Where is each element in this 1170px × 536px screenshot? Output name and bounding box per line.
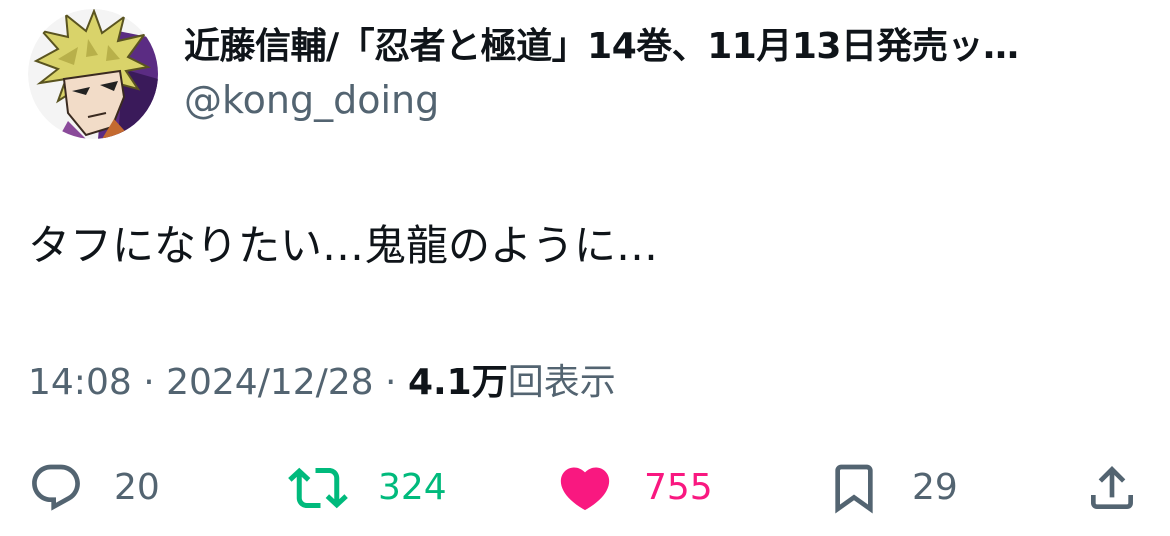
manga-character-avatar-icon (28, 9, 158, 139)
views-count: 4.1万 (407, 362, 508, 403)
bookmark-icon (835, 464, 873, 514)
tweet-text: タフになりたい…鬼龍のように… (28, 221, 659, 270)
tweet-time[interactable]: 14:08 (28, 362, 132, 403)
user-handle[interactable]: @kong_doing (184, 76, 1144, 124)
tweet-meta: 14:08 · 2024/12/28 · 4.1万回表示 (28, 358, 616, 408)
meta-separator: · (373, 362, 408, 403)
share-icon (1091, 466, 1133, 509)
display-name[interactable]: 近藤信輔/「忍者と極道」14巻、11月13日発売ッ… (184, 24, 1144, 70)
reply-button[interactable]: 20 (28, 456, 160, 520)
like-button[interactable]: 755 (556, 456, 713, 520)
action-bar: 20 324 755 29 (0, 456, 1170, 520)
reply-count: 20 (114, 467, 160, 508)
views-label: 回表示 (507, 362, 616, 403)
share-button[interactable] (1084, 456, 1140, 520)
retweet-icon (288, 467, 348, 509)
avatar[interactable] (28, 9, 158, 139)
heart-icon (560, 467, 610, 511)
bookmark-count: 29 (912, 467, 958, 508)
reply-icon (32, 464, 80, 511)
like-count: 755 (644, 467, 713, 508)
tweet-card: 近藤信輔/「忍者と極道」14巻、11月13日発売ッ… @kong_doing タ… (0, 0, 1170, 536)
retweet-count: 324 (378, 467, 447, 508)
retweet-button[interactable]: 324 (288, 456, 447, 520)
meta-separator: · (131, 362, 167, 403)
author-info: 近藤信輔/「忍者と極道」14巻、11月13日発売ッ… @kong_doing (184, 24, 1144, 124)
bookmark-button[interactable]: 29 (826, 456, 958, 520)
tweet-date[interactable]: 2024/12/28 (166, 362, 374, 403)
